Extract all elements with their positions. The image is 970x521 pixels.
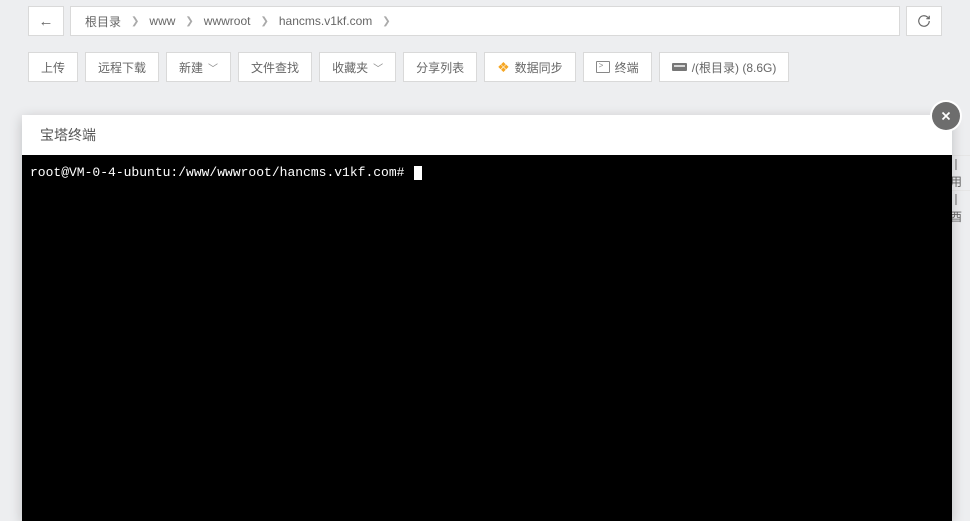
chevron-down-icon: ﹀ [208, 60, 218, 75]
close-icon [939, 109, 953, 123]
breadcrumb[interactable]: 根目录 ❯ www ❯ wwwroot ❯ hancms.v1kf.com ❯ [70, 6, 900, 36]
terminal-button[interactable]: 终端 [583, 52, 652, 82]
button-label: /(根目录) (8.6G) [692, 59, 777, 76]
peek-row: 丨用 [950, 155, 970, 190]
terminal-icon [596, 61, 610, 73]
button-label: 分享列表 [416, 59, 464, 76]
chevron-right-icon: ❯ [378, 16, 394, 27]
breadcrumb-root[interactable]: 根目录 [81, 13, 125, 30]
disk-icon [672, 63, 687, 71]
side-peek: 丨用 丨酉 [950, 155, 970, 225]
button-label: 文件查找 [251, 59, 299, 76]
refresh-button[interactable] [906, 6, 942, 36]
terminal-cursor [414, 166, 422, 180]
data-sync-button[interactable]: ❖ 数据同步 [484, 52, 576, 82]
modal-title-text: 宝塔终端 [40, 125, 96, 145]
terminal-prompt: root@VM-0-4-ubuntu:/www/wwwroot/hancms.v… [30, 165, 404, 180]
disk-info-button[interactable]: /(根目录) (8.6G) [659, 52, 790, 82]
peek-row: 丨酉 [950, 190, 970, 225]
button-label: 终端 [615, 59, 639, 76]
button-label: 远程下载 [98, 59, 146, 76]
terminal-modal: 宝塔终端 root@VM-0-4-ubuntu:/www/wwwroot/han… [22, 115, 952, 521]
chevron-right-icon: ❯ [181, 16, 197, 27]
button-label: 新建 [179, 59, 203, 76]
breadcrumb-item[interactable]: www [145, 14, 179, 28]
sync-icon: ❖ [497, 60, 510, 74]
chevron-right-icon: ❯ [256, 16, 272, 27]
upload-button[interactable]: 上传 [28, 52, 78, 82]
breadcrumb-bar: ← 根目录 ❯ www ❯ wwwroot ❯ hancms.v1kf.com … [0, 0, 970, 42]
button-label: 数据同步 [515, 59, 563, 76]
search-button[interactable]: 文件查找 [238, 52, 312, 82]
button-label: 上传 [41, 59, 65, 76]
breadcrumb-item[interactable]: wwwroot [200, 14, 255, 28]
arrow-left-icon: ← [39, 13, 54, 30]
refresh-icon [917, 14, 931, 28]
favorites-button[interactable]: 收藏夹 ﹀ [319, 52, 396, 82]
terminal-output[interactable]: root@VM-0-4-ubuntu:/www/wwwroot/hancms.v… [22, 155, 952, 521]
share-list-button[interactable]: 分享列表 [403, 52, 477, 82]
button-label: 收藏夹 [332, 59, 368, 76]
chevron-down-icon: ﹀ [373, 60, 383, 75]
new-button[interactable]: 新建 ﹀ [166, 52, 231, 82]
breadcrumb-item[interactable]: hancms.v1kf.com [275, 14, 376, 28]
chevron-right-icon: ❯ [127, 16, 143, 27]
modal-close-button[interactable] [932, 102, 960, 130]
modal-title: 宝塔终端 [22, 115, 952, 155]
back-button[interactable]: ← [28, 6, 64, 36]
remote-download-button[interactable]: 远程下载 [85, 52, 159, 82]
toolbar: 上传 远程下载 新建 ﹀ 文件查找 收藏夹 ﹀ 分享列表 ❖ 数据同步 终端 /… [0, 42, 970, 96]
